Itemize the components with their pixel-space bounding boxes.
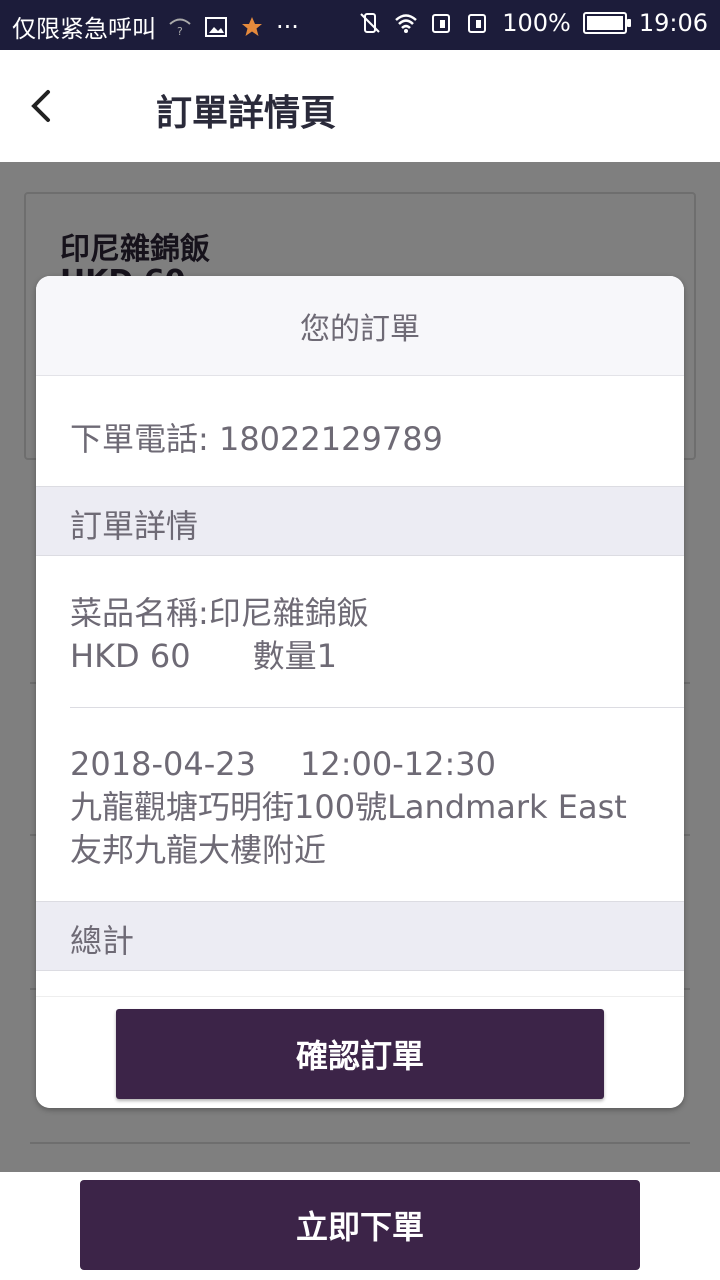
status-bar: 仅限紧急呼叫 ? ··· 100% 19:06 — [0, 0, 720, 50]
delivery-info: 2018-04-23 12:00-12:30 九龍觀塘巧明街100號Landmar… — [70, 743, 660, 872]
battery-icon — [582, 12, 631, 34]
image-icon — [205, 16, 227, 37]
battery-percent: 100% — [502, 9, 571, 37]
sim-2-icon — [468, 14, 487, 33]
vibrate-icon — [360, 13, 380, 33]
wifi-icon — [395, 14, 418, 33]
dish-name-line: 菜品名稱:印尼雜錦飯 — [70, 594, 369, 632]
divider — [70, 707, 684, 708]
sim-1-icon — [432, 14, 451, 33]
back-arrow-icon[interactable] — [22, 80, 62, 132]
app-bar: 訂單詳情頁 — [0, 50, 720, 162]
wifi-question-icon: ? — [169, 18, 191, 38]
carrier-text: 仅限紧急呼叫 — [12, 15, 156, 43]
dialog-footer: 確認訂單 — [36, 996, 684, 1108]
order-details-header: 訂單詳情 — [36, 486, 684, 556]
total-label: 總計 — [70, 922, 135, 960]
order-now-button[interactable]: 立即下單 — [80, 1180, 640, 1270]
page-title: 訂單詳情頁 — [156, 93, 337, 134]
delivery-time-slot: 12:00-12:30 — [299, 745, 496, 783]
date-time-line: 2018-04-23 12:00-12:30 — [70, 743, 660, 786]
dish-info: 菜品名稱:印尼雜錦飯 HKD 60 數量1 — [70, 592, 660, 678]
confirm-order-button[interactable]: 確認訂單 — [116, 1009, 604, 1099]
svg-text:?: ? — [177, 25, 183, 38]
order-phone: 下單電話: 18022129789 — [70, 420, 443, 458]
delivery-address: 九龍觀塘巧明街100號Landmark East 友邦九龍大樓附近 — [70, 788, 627, 869]
total-header: 總計 — [36, 901, 684, 971]
dish-quantity: 數量1 — [252, 637, 337, 675]
price-quantity-line: HKD 60 數量1 — [70, 635, 660, 678]
star-icon — [242, 16, 262, 36]
more-dots-icon: ··· — [276, 12, 299, 41]
order-dialog: 您的訂單 下單電話: 18022129789 訂單詳情 菜品名稱:印尼雜錦飯 H… — [36, 276, 684, 1108]
order-details-label: 訂單詳情 — [70, 507, 199, 545]
dialog-title: 您的訂單 — [36, 276, 684, 376]
delivery-date: 2018-04-23 — [70, 745, 256, 783]
clock: 19:06 — [638, 9, 708, 37]
dish-price: HKD 60 — [70, 637, 191, 675]
bottom-bar: 立即下單 — [0, 1172, 720, 1280]
